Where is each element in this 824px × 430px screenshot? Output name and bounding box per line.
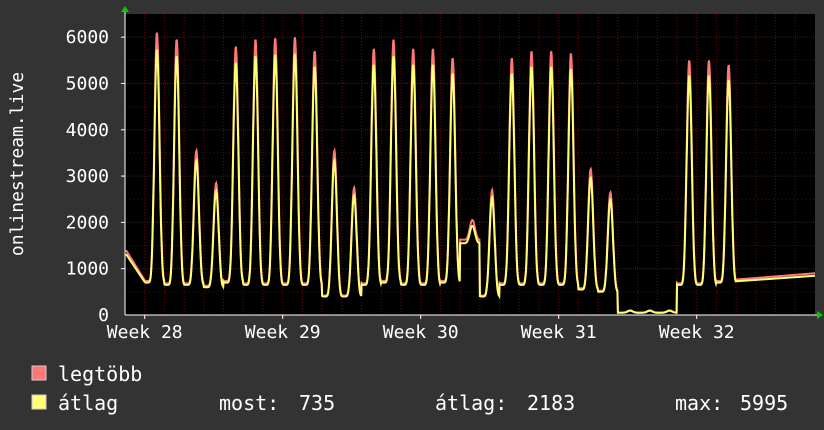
y-axis-label: onlinestream.live — [7, 72, 28, 256]
y-axis-arrow — [121, 6, 129, 12]
x-tick-labels: Week 28 Week 29 Week 30 Week 31 Week 32 — [107, 322, 735, 343]
x-tick-label: Week 29 — [245, 322, 321, 343]
legend-label-legtobb: legtöbb — [58, 362, 142, 386]
stat-max-value: 5995 — [740, 391, 788, 415]
x-tick-label: Week 31 — [521, 322, 597, 343]
y-tick-label: 6000 — [66, 27, 109, 48]
y-tick-label: 1000 — [66, 259, 109, 280]
x-tick-label: Week 30 — [383, 322, 459, 343]
stat-now-label: most: — [219, 391, 279, 415]
y-tick-labels: 0100020003000400050006000 — [66, 27, 109, 326]
stat-now-value: 735 — [299, 391, 335, 415]
legend-swatch-atlag — [31, 394, 47, 410]
stat-max-label: max: — [675, 391, 723, 415]
legend: legtöbb átlag most: 735 átlag: 2183 max:… — [31, 362, 788, 415]
legend-label-atlag: átlag — [58, 391, 118, 415]
x-tick-label: Week 32 — [659, 322, 735, 343]
y-tick-label: 2000 — [66, 212, 109, 233]
traffic-chart: 0100020003000400050006000 Week 28 Week 29… — [7, 6, 823, 415]
x-axis-arrow — [817, 311, 823, 319]
stat-avg-value: 2183 — [527, 391, 575, 415]
y-tick-label: 5000 — [66, 73, 109, 94]
y-tick-label: 3000 — [66, 166, 109, 187]
y-tick-label: 4000 — [66, 120, 109, 141]
legend-swatch-legtobb — [31, 365, 47, 381]
x-tick-label: Week 28 — [107, 322, 183, 343]
stat-avg-label: átlag: — [435, 391, 507, 415]
